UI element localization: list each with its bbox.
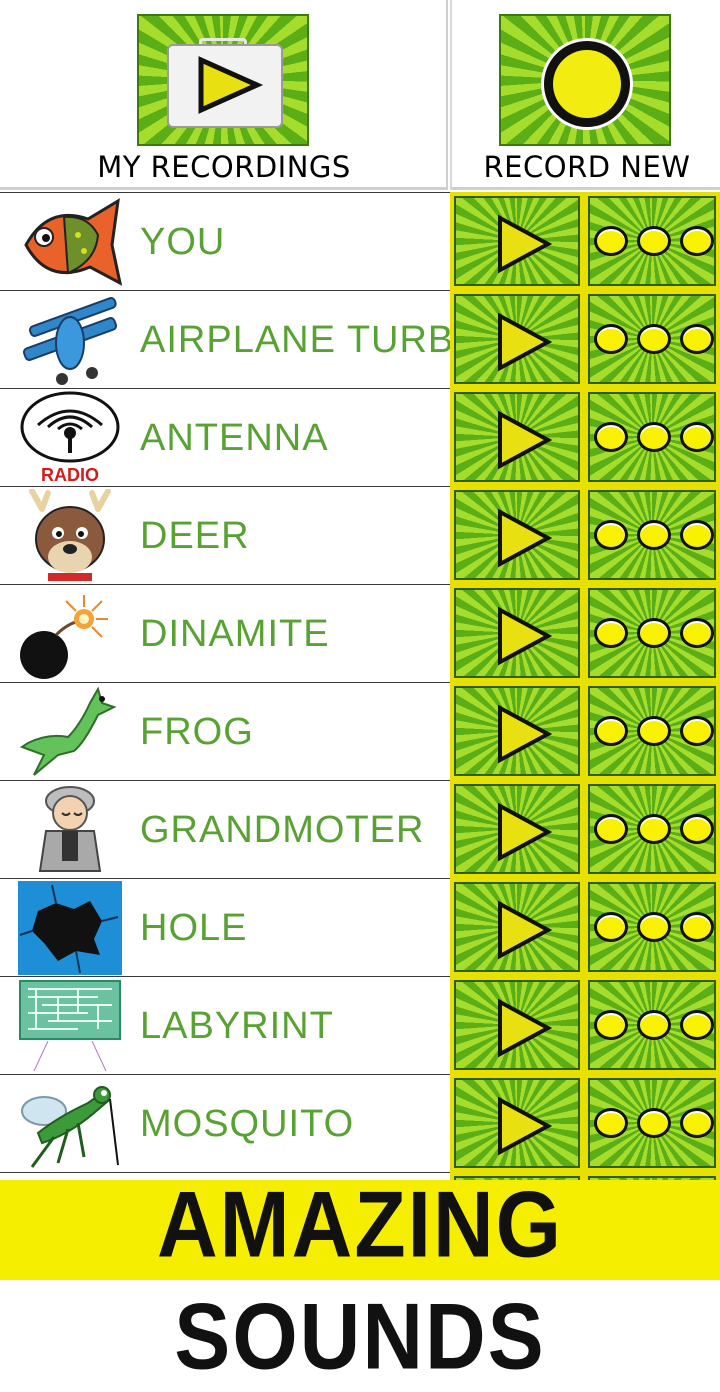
mosquito-icon [21, 1086, 119, 1168]
record-button[interactable] [584, 976, 720, 1074]
list-item[interactable]: FROG [0, 682, 720, 780]
play-icon [498, 606, 552, 666]
record-button[interactable] [584, 290, 720, 388]
record-button[interactable] [584, 192, 720, 290]
my-recordings-label: MY RECORDINGS [97, 150, 351, 184]
play-button[interactable] [450, 192, 584, 290]
record-button[interactable] [584, 388, 720, 486]
record-dots-icon [592, 318, 716, 362]
sound-name: LABYRINT [140, 1005, 334, 1047]
record-dots-icon [592, 710, 716, 754]
list-item[interactable]: MOSQUITO [0, 1074, 720, 1172]
sound-item[interactable]: HOLE [0, 878, 450, 976]
record-button[interactable] [584, 780, 720, 878]
header: MY RECORDINGS RECORD NEW [0, 0, 720, 192]
record-button[interactable] [584, 682, 720, 780]
list-item[interactable]: RADIO ANTENNA [0, 388, 720, 486]
sound-item[interactable]: LABYRINT [0, 976, 450, 1074]
sound-name: MOSQUITO [140, 1103, 355, 1145]
list-item[interactable]: DINAMITE [0, 584, 720, 682]
list-item[interactable]: HOLE [0, 878, 720, 976]
play-button[interactable] [450, 976, 584, 1074]
sound-item[interactable]: DEER [0, 486, 450, 584]
my-recordings-panel[interactable]: MY RECORDINGS [0, 0, 448, 190]
play-icon [498, 312, 552, 372]
play-icon [498, 410, 552, 470]
record-dots-icon [592, 1004, 716, 1048]
list-item[interactable]: DEER [0, 486, 720, 584]
frog-icon [19, 686, 117, 776]
grandmother-icon [38, 786, 102, 872]
record-new-panel[interactable]: RECORD NEW [450, 0, 720, 190]
play-icon [498, 900, 552, 960]
play-icon [498, 802, 552, 862]
sound-item[interactable]: MOSQUITO [0, 1074, 450, 1172]
ad-banner[interactable]: AMAZING SOUNDS [0, 1171, 720, 1389]
sound-name: YOU [140, 221, 226, 263]
list-item[interactable]: GRANDMOTER [0, 780, 720, 878]
record-new-button[interactable] [499, 14, 671, 146]
record-dots-icon [592, 514, 716, 558]
sound-item[interactable]: GRANDMOTER [0, 780, 450, 878]
maze-icon [19, 980, 121, 1072]
sound-item[interactable]: FROG [0, 682, 450, 780]
play-icon [498, 998, 552, 1058]
airplane-icon [22, 297, 118, 385]
sound-name: ANTENNA [140, 417, 329, 459]
play-button[interactable] [450, 1074, 584, 1172]
list-item[interactable]: YOU [0, 192, 720, 290]
record-icon [541, 38, 633, 130]
play-button[interactable] [450, 878, 584, 976]
sound-name: FROG [140, 711, 254, 753]
sound-item[interactable]: AIRPLANE TURBINE [0, 290, 450, 388]
fish-icon [24, 198, 122, 286]
play-button[interactable] [450, 780, 584, 878]
record-dots-icon [592, 808, 716, 852]
record-dots-icon [592, 612, 716, 656]
svg-text:RADIO: RADIO [41, 465, 99, 485]
sound-name: AIRPLANE TURBINE [140, 319, 450, 361]
record-dots-icon [592, 906, 716, 950]
record-dots-icon [592, 1102, 716, 1146]
play-button[interactable] [450, 584, 584, 682]
deer-icon [29, 489, 111, 581]
sound-item[interactable]: RADIO ANTENNA [0, 388, 450, 486]
record-button[interactable] [584, 1074, 720, 1172]
record-button[interactable] [584, 486, 720, 584]
play-icon [498, 704, 552, 764]
sound-name: DINAMITE [140, 613, 330, 655]
hole-icon [18, 881, 122, 975]
list-item[interactable]: AIRPLANE TURBINE [0, 290, 720, 388]
play-button[interactable] [450, 486, 584, 584]
play-icon [498, 1096, 552, 1156]
record-dots-icon [592, 416, 716, 460]
bomb-icon [20, 595, 108, 679]
radio-antenna-icon: RADIO [20, 391, 120, 485]
sound-name: DEER [140, 515, 250, 557]
list-item[interactable]: LABYRINT [0, 976, 720, 1074]
record-button[interactable] [584, 584, 720, 682]
play-icon [198, 56, 264, 114]
record-button[interactable] [584, 878, 720, 976]
my-recordings-button[interactable] [137, 14, 309, 146]
sound-name: HOLE [140, 907, 248, 949]
play-button[interactable] [450, 290, 584, 388]
play-icon [498, 214, 552, 274]
sound-item[interactable]: YOU [0, 192, 450, 290]
record-dots-icon [592, 220, 716, 264]
play-button[interactable] [450, 682, 584, 780]
sound-item[interactable]: DINAMITE [0, 584, 450, 682]
record-new-label: RECORD NEW [483, 150, 691, 184]
sound-name: GRANDMOTER [140, 809, 425, 851]
play-icon [498, 508, 552, 568]
briefcase-icon [167, 44, 283, 128]
banner-text: AMAZING SOUNDS [157, 1171, 563, 1389]
play-button[interactable] [450, 388, 584, 486]
